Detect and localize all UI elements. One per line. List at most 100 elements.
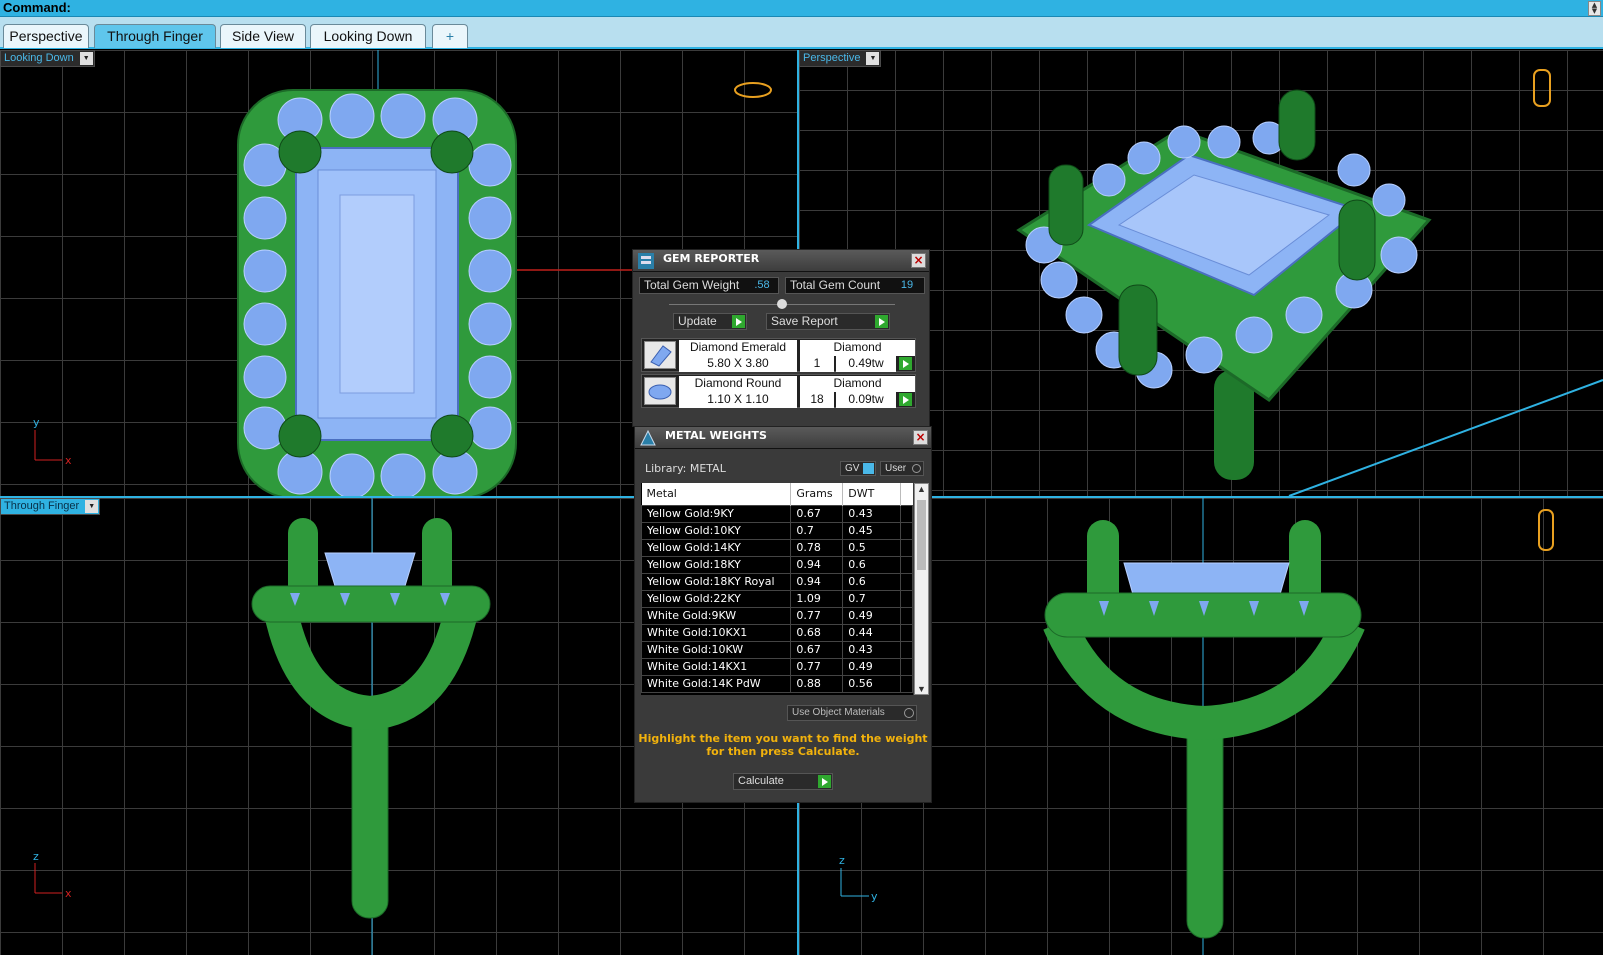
dwt-cell: 0.44 [842,623,902,642]
gem-row[interactable]: Diamond Emerald Diamond 5.80 X 3.80 1 0.… [641,338,916,372]
grams-cell: 0.7 [790,521,844,540]
grams-cell: 0.77 [790,657,844,676]
save-report-button[interactable]: Save Report [766,313,890,330]
table-row[interactable]: Yellow Gold:9KY 0.67 0.43 [641,504,913,523]
gem-reporter-panel: GEM REPORTER × Total Gem Weight .58 Tota… [632,249,930,427]
metal-name-cell: White Gold:10KW [641,640,792,659]
grams-cell: 0.68 [790,623,844,642]
metal-table-container[interactable]: Metal Grams DWT Yellow Gold:9KY 0.67 0.43 Y… [641,483,913,695]
viewport-label-through-finger[interactable]: Through Finger ▼ [0,498,101,515]
grams-cell: 0.94 [790,572,844,591]
gem-detail-arrow-icon[interactable] [899,393,912,406]
table-row[interactable]: White Gold:14K PdW 0.88 0.56 [641,674,913,693]
grams-cell: 0.94 [790,555,844,574]
table-row[interactable]: White Gold:10KX1 0.68 0.44 [641,623,913,642]
column-header-dwt[interactable]: DWT [842,483,902,505]
table-row[interactable]: White Gold:14KX1 0.77 0.49 [641,657,913,676]
table-row[interactable]: White Gold:10KW 0.67 0.43 [641,640,913,659]
calculate-button[interactable]: Calculate [733,773,833,790]
table-row[interactable]: Yellow Gold:22KY 1.09 0.7 [641,589,913,608]
dwt-cell: 0.49 [842,657,902,676]
round-gem-icon [644,377,676,405]
dwt-cell: 0.7 [842,589,902,608]
table-row[interactable]: Yellow Gold:18KY Royal 0.94 0.6 [641,572,913,591]
side-view-halo [1044,592,1362,638]
dwt-cell: 0.43 [842,640,902,659]
total-gem-count-value: 19 [891,279,923,293]
table-row[interactable]: Yellow Gold:10KY 0.7 0.45 [641,521,913,540]
emerald-gem-icon [644,341,676,369]
metal-name-cell: White Gold:14K PdW [641,674,792,693]
close-icon[interactable]: × [911,253,926,268]
metal-name-cell: Yellow Gold:14KY [641,538,792,557]
gem-weight: 0.49tw [836,356,896,372]
metal-weights-panel: METAL WEIGHTS × Library: METAL GV User M… [634,426,932,803]
calculate-hint: Highlight the item you want to find the … [638,732,928,758]
table-row[interactable]: Yellow Gold:18KY 0.94 0.6 [641,555,913,574]
play-icon [818,775,831,788]
gem-qty: 18 [800,392,834,408]
view-tab-bar: Perspective Through Finger Side View Loo… [0,17,1603,49]
grams-cell: 0.67 [790,640,844,659]
tab-perspective[interactable]: Perspective [3,24,89,48]
user-toggle[interactable]: User [880,461,924,476]
gem-qty: 1 [800,356,834,372]
library-label: Library: METAL [645,462,726,475]
slider-handle[interactable] [777,299,787,309]
metal-table-scrollbar[interactable]: ▲ ▼ [914,483,929,695]
svg-text:x: x [65,887,72,900]
command-bar[interactable]: Command: ▲ ▼ [0,0,1603,17]
column-header-grams[interactable]: Grams [790,483,844,505]
metal-weights-titlebar[interactable]: METAL WEIGHTS × [635,427,931,449]
metal-name-cell: Yellow Gold:18KY Royal [641,572,792,591]
viewport-label-perspective[interactable]: Perspective ▼ [799,50,882,67]
svg-text:y: y [33,416,40,429]
close-icon[interactable]: × [913,430,928,445]
gem-row[interactable]: Diamond Round Diamond 1.10 X 1.10 18 0.0… [641,374,916,408]
scroll-down-icon[interactable]: ▼ [915,684,928,694]
table-row[interactable]: Yellow Gold:14KY 0.78 0.5 [641,538,913,557]
metal-table: Metal Grams DWT Yellow Gold:9KY 0.67 0.43 Y… [641,483,913,693]
tab-side-view[interactable]: Side View [220,24,306,48]
scroll-thumb[interactable] [917,500,926,570]
through-finger-halo [251,585,491,623]
command-label: Command: [3,0,71,15]
gem-reporter-icon [638,253,654,269]
metal-weights-icon [640,429,656,446]
add-tab-button[interactable]: + [432,24,468,48]
table-row[interactable]: White Gold:9KW 0.77 0.49 [641,606,913,625]
gv-toggle[interactable]: GV [840,461,876,476]
chevron-down-icon[interactable]: ▼ [866,52,880,65]
play-icon [732,315,745,328]
grams-cell: 0.67 [790,504,844,523]
metal-name-cell: Yellow Gold:22KY [641,589,792,608]
play-icon [875,315,888,328]
metal-name-cell: White Gold:9KW [641,606,792,625]
tab-through-finger[interactable]: Through Finger [94,24,216,48]
command-scroll-icon[interactable]: ▲ ▼ [1588,1,1601,16]
dwt-cell: 0.56 [842,674,902,693]
dwt-cell: 0.6 [842,555,902,574]
update-button[interactable]: Update [673,313,747,330]
dwt-cell: 0.49 [842,606,902,625]
tab-looking-down[interactable]: Looking Down [310,24,426,48]
gem-name: Diamond Round [679,376,797,392]
metal-name-cell: Yellow Gold:10KY [641,521,792,540]
metal-name-cell: White Gold:14KX1 [641,657,792,676]
chevron-down-icon[interactable]: ▼ [85,500,99,513]
grams-cell: 1.09 [790,589,844,608]
viewport-label-looking-down[interactable]: Looking Down ▼ [0,50,95,67]
svg-text:z: z [33,850,39,863]
use-object-materials-toggle[interactable]: Use Object Materials [787,705,917,721]
gem-size: 1.10 X 1.10 [679,392,797,408]
column-header-metal[interactable]: Metal [641,483,792,505]
dwt-cell: 0.45 [842,521,902,540]
gem-detail-arrow-icon[interactable] [899,357,912,370]
gem-reporter-titlebar[interactable]: GEM REPORTER × [633,250,929,272]
chevron-down-icon[interactable]: ▼ [79,52,93,65]
scroll-up-icon[interactable]: ▲ [915,484,928,494]
metal-name-cell: Yellow Gold:9KY [641,504,792,523]
gem-size: 5.80 X 3.80 [679,356,797,372]
grams-cell: 0.78 [790,538,844,557]
ring-preview-icon [1538,509,1554,551]
